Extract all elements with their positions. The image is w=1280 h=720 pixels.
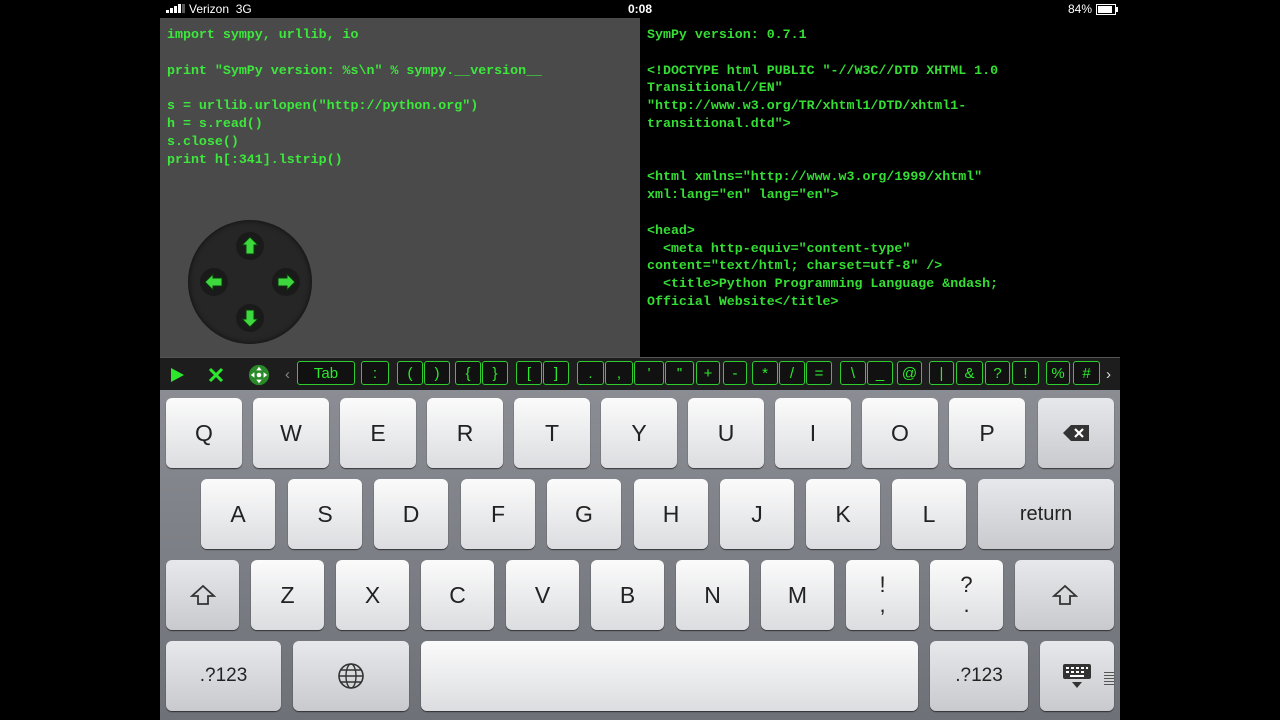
space-key[interactable] xyxy=(421,641,918,711)
battery-icon xyxy=(1096,3,1118,15)
key-u[interactable]: U xyxy=(688,398,764,468)
battery-percent: 84% xyxy=(1067,2,1092,16)
key-toolbar: ‹ Tab: (){} []., ' " + - * / = \ _ @ | &?!% # › xyxy=(160,357,1120,391)
run-icon[interactable] xyxy=(166,364,188,386)
shift-icon xyxy=(189,584,216,605)
key-t[interactable]: T xyxy=(514,398,590,468)
toolbar-key[interactable]: @ xyxy=(897,361,922,385)
toolbar-key[interactable]: ! xyxy=(1012,361,1039,385)
shift-left-key[interactable] xyxy=(166,560,239,630)
hide-keyboard-key[interactable] xyxy=(1040,641,1114,711)
toolbar-key[interactable]: * xyxy=(752,361,778,385)
toolbar-key[interactable]: + xyxy=(696,361,720,385)
key-d[interactable]: D xyxy=(374,479,448,549)
output-text: SymPy version: 0.7.1 <!DOCTYPE html PUBL… xyxy=(647,27,999,309)
toolbar-key[interactable]: . xyxy=(577,361,604,385)
toolbar-key[interactable]: [ xyxy=(516,361,542,385)
numbers-key-right[interactable]: .?123 xyxy=(930,641,1028,711)
key-k[interactable]: K xyxy=(806,479,880,549)
key-p[interactable]: P xyxy=(949,398,1025,468)
toolbar-key[interactable]: | xyxy=(929,361,954,385)
toolbar-key[interactable]: { xyxy=(455,361,481,385)
close-icon[interactable] xyxy=(205,364,227,386)
key-o[interactable]: O xyxy=(862,398,938,468)
toolbar-key[interactable]: , xyxy=(605,361,633,385)
code-editor[interactable]: import sympy, urllib, io print "SymPy ve… xyxy=(160,18,640,357)
clock: 0:08 xyxy=(627,2,653,16)
chevron-right-icon[interactable]: › xyxy=(1106,366,1111,383)
toolbar-key[interactable]: \ xyxy=(840,361,866,385)
return-key[interactable]: return xyxy=(978,479,1114,549)
key-n[interactable]: N xyxy=(676,560,749,630)
key-x[interactable]: X xyxy=(336,560,409,630)
key-j[interactable]: J xyxy=(720,479,794,549)
globe-key[interactable] xyxy=(293,641,409,711)
shift-icon xyxy=(1051,584,1078,605)
onscreen-keyboard: QWERTYUIOPASDFGHJKLZXCVBNM return !, ?. … xyxy=(160,390,1120,720)
key-l[interactable]: L xyxy=(892,479,966,549)
arrow-left-icon[interactable] xyxy=(200,268,228,296)
keyboard-grip xyxy=(1104,670,1114,687)
status-bar: Verizon 3G 0:08 84% xyxy=(160,0,1120,18)
toolbar-key[interactable]: = xyxy=(806,361,832,385)
key-z[interactable]: Z xyxy=(251,560,324,630)
key-e[interactable]: E xyxy=(340,398,416,468)
key-q[interactable]: Q xyxy=(166,398,242,468)
toolbar-key[interactable]: / xyxy=(779,361,805,385)
toolbar-key[interactable]: Tab xyxy=(297,361,355,385)
shift-right-key[interactable] xyxy=(1015,560,1114,630)
key-b[interactable]: B xyxy=(591,560,664,630)
cursor-dpad[interactable] xyxy=(188,220,312,344)
numbers-key-left[interactable]: .?123 xyxy=(166,641,281,711)
ipad-screen: Verizon 3G 0:08 84% import sympy, urllib… xyxy=(160,0,1120,720)
key-i[interactable]: I xyxy=(775,398,851,468)
key-y[interactable]: Y xyxy=(601,398,677,468)
backspace-icon xyxy=(1063,425,1089,441)
toolbar-key[interactable]: ) xyxy=(424,361,450,385)
key-h[interactable]: H xyxy=(634,479,708,549)
toolbar-key[interactable]: # xyxy=(1073,361,1100,385)
key-w[interactable]: W xyxy=(253,398,329,468)
toolbar-key[interactable]: : xyxy=(361,361,389,385)
battery-indicator: 84% xyxy=(1067,2,1118,16)
output-console: SymPy version: 0.7.1 <!DOCTYPE html PUBL… xyxy=(640,18,1120,357)
key-g[interactable]: G xyxy=(547,479,621,549)
arrow-up-icon[interactable] xyxy=(236,232,264,260)
toolbar-key[interactable]: ' xyxy=(634,361,664,385)
toolbar-key[interactable]: & xyxy=(956,361,983,385)
editor-code[interactable]: import sympy, urllib, io print "SymPy ve… xyxy=(160,18,640,176)
chevron-left-icon[interactable]: ‹ xyxy=(285,366,290,383)
key-s[interactable]: S xyxy=(288,479,362,549)
keyboard-hide-icon xyxy=(1063,664,1091,688)
toolbar-key[interactable]: } xyxy=(482,361,508,385)
key-m[interactable]: M xyxy=(761,560,834,630)
toolbar-key[interactable]: ] xyxy=(543,361,569,385)
key-r[interactable]: R xyxy=(427,398,503,468)
toolbar-key[interactable]: % xyxy=(1046,361,1070,385)
exclaim-comma-key[interactable]: !, xyxy=(846,560,919,630)
arrow-right-icon[interactable] xyxy=(272,268,300,296)
arrow-down-icon[interactable] xyxy=(236,304,264,332)
backspace-key[interactable] xyxy=(1038,398,1114,468)
key-a[interactable]: A xyxy=(201,479,275,549)
globe-icon xyxy=(338,663,364,689)
toolbar-key[interactable]: _ xyxy=(867,361,893,385)
question-period-key[interactable]: ?. xyxy=(930,560,1003,630)
toolbar-key[interactable]: - xyxy=(723,361,747,385)
key-c[interactable]: C xyxy=(421,560,494,630)
toolbar-key[interactable]: ? xyxy=(985,361,1010,385)
move-cursor-icon[interactable] xyxy=(248,364,270,386)
toolbar-key[interactable]: ( xyxy=(397,361,423,385)
toolbar-key[interactable]: " xyxy=(665,361,694,385)
key-v[interactable]: V xyxy=(506,560,579,630)
key-f[interactable]: F xyxy=(461,479,535,549)
